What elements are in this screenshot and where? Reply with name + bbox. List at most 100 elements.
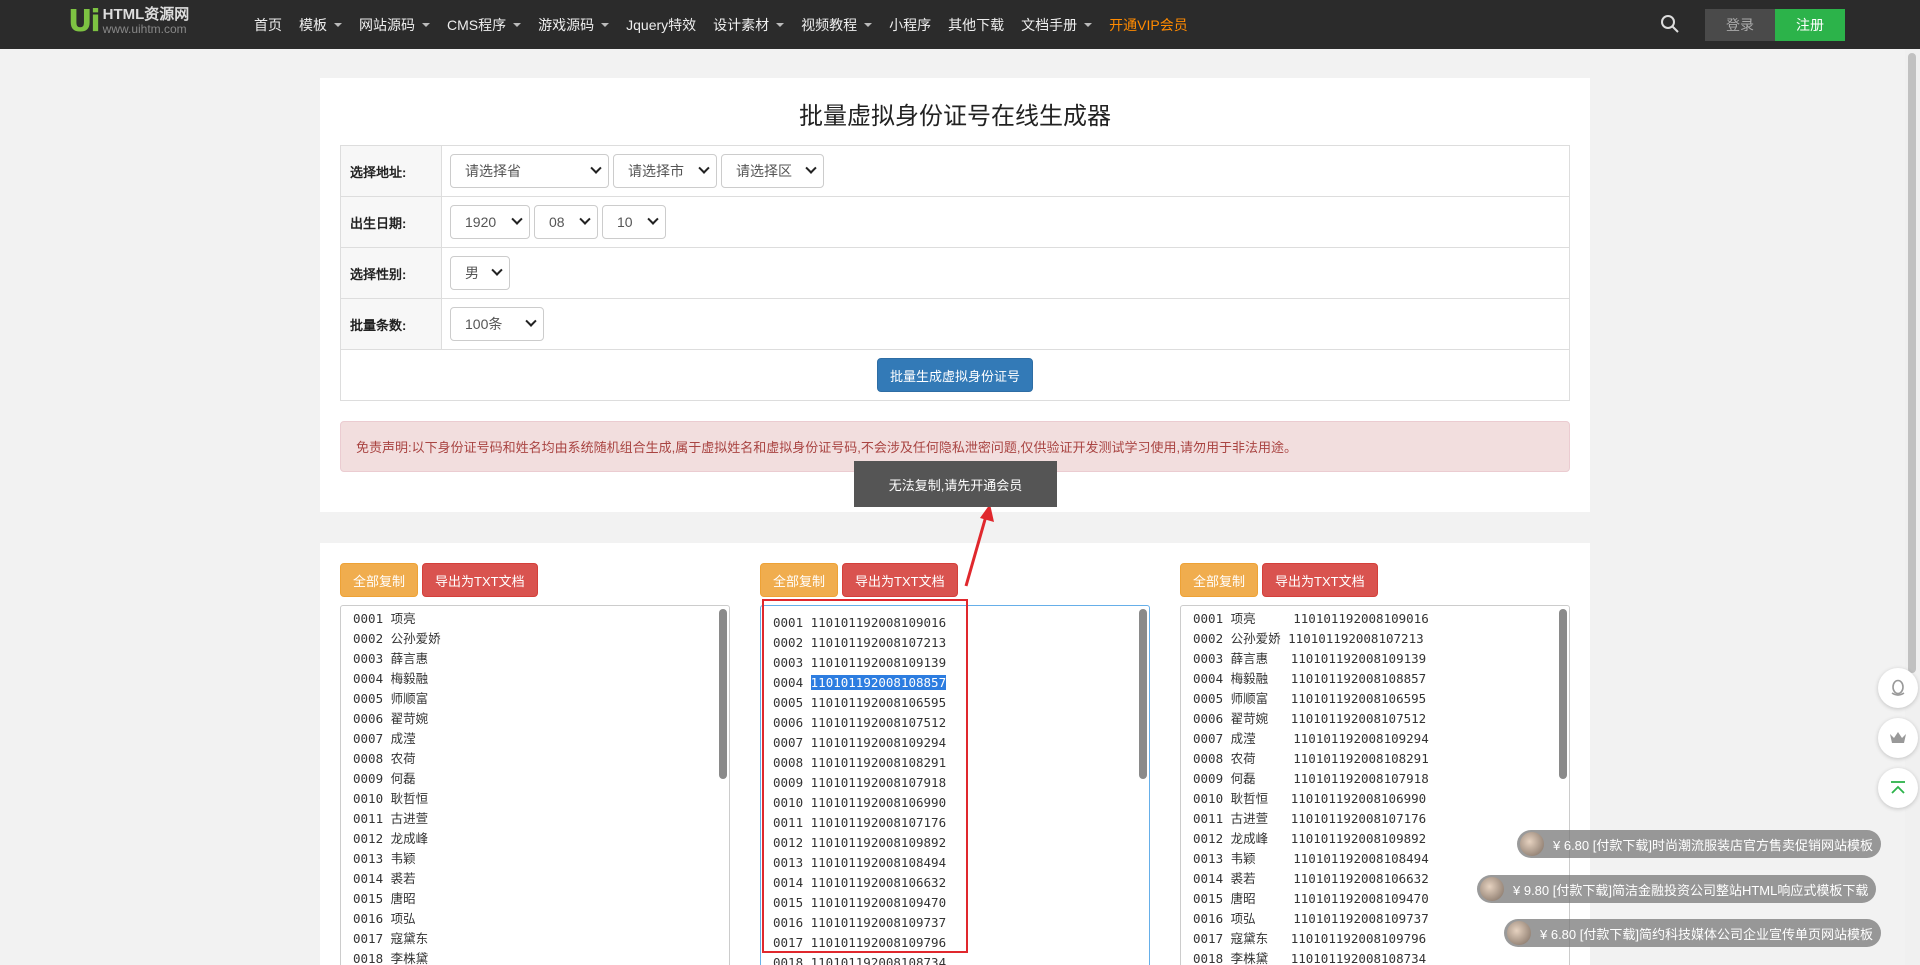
names-textarea[interactable]: 0001 项亮 0002 公孙爱娇 0003 薛言惠 0004 梅毅融 0005 师顺富… [340, 605, 730, 965]
names-column: 全部复制 导出为TXT文档 0001 项亮 0002 公孙爱娇 0003 薛言惠 00… [340, 563, 730, 965]
vip-button[interactable] [1878, 718, 1918, 758]
chevron-down-icon [579, 213, 591, 225]
copy-all-button[interactable]: 全部复制 [340, 563, 419, 597]
nav-item[interactable]: 小程序 [889, 15, 931, 35]
list-item: 0010 耿哲恒 [353, 791, 429, 806]
textarea-scrollbar[interactable] [1559, 609, 1567, 779]
chevron-down-icon [525, 315, 537, 327]
nav-item[interactable]: Jquery特效 [626, 15, 696, 35]
main-nav: 首页 模板 网站源码 CMS程序 游戏源码 Jquery特效 设计素材 视频教程 小程序 其他下载… [254, 0, 1205, 49]
nav-item[interactable]: 文档手册 [1021, 15, 1093, 35]
top-navbar: Ui HTML资源网 www.uihtm.com 首页 模板 网站源码 CMS程序 游戏… [0, 0, 1920, 49]
birth-label: 出生日期: [341, 197, 442, 247]
list-item: 0003 薛言惠 [353, 651, 429, 666]
combined-textarea[interactable]: 0001 项亮 110101192008109016 0002 公孙爱娇 1101… [1180, 605, 1570, 965]
list-item: 0011 古进萱 [353, 811, 429, 826]
avatar [1480, 877, 1504, 901]
nav-item[interactable]: 游戏源码 [538, 15, 610, 35]
search-icon[interactable] [1660, 14, 1680, 34]
list-item: 0006 翟苛婉 [353, 711, 429, 726]
promo-item[interactable]: ¥ 6.80 [付款下载]简约科技媒体公司企业宣传单页网站模板 [1504, 919, 1881, 947]
list-item: 0002 公孙爱娇 [353, 631, 441, 646]
list-item: 0008 农荷 110101192008108291 [1193, 751, 1429, 766]
copy-all-button[interactable]: 全部复制 [760, 563, 839, 597]
textarea-scrollbar[interactable] [1139, 609, 1147, 779]
city-select[interactable]: 请选择市 [613, 154, 717, 188]
list-item: 0018 李株黛 [353, 951, 429, 965]
gender-label: 选择性别: [341, 248, 442, 298]
district-select[interactable]: 请选择区 [721, 154, 824, 188]
logo-name: HTML资源网 [102, 6, 190, 23]
promo-item[interactable]: ¥ 9.80 [付款下载]简洁金融投资公司整站HTML响应式模板下载 [1477, 875, 1877, 903]
caret-down-icon [422, 22, 430, 27]
list-item: 0016 项弘 [353, 911, 416, 926]
list-item: 0007 成滢 110101192008109294 [1193, 731, 1429, 746]
nav-item[interactable]: 设计素材 [713, 15, 785, 35]
login-button[interactable]: 登录 [1705, 9, 1775, 41]
nav-item[interactable]: CMS程序 [447, 15, 522, 35]
chevron-down-icon [698, 162, 710, 174]
nav-item[interactable]: 其他下载 [948, 15, 1004, 35]
count-row: 批量条数: 100条 [341, 299, 1569, 350]
nav-item[interactable]: 开通VIP会员 [1109, 15, 1188, 35]
list-item: 0012 龙成峰 [353, 831, 429, 846]
submit-row: 批量生成虚拟身份证号 [341, 350, 1569, 400]
count-select[interactable]: 100条 [450, 307, 544, 341]
logo-mark: Ui [68, 4, 101, 39]
list-item: 0002 公孙爱娇 110101192008107213 [1193, 631, 1424, 646]
qq-service-button[interactable] [1878, 668, 1918, 708]
nav-item[interactable]: 首页 [254, 15, 282, 35]
crown-icon [1890, 732, 1906, 743]
gender-row: 选择性别: 男 [341, 248, 1569, 299]
page-scrollbar-thumb[interactable] [1908, 53, 1916, 673]
copy-all-button[interactable]: 全部复制 [1180, 563, 1259, 597]
textarea-scrollbar[interactable] [719, 609, 727, 779]
year-select[interactable]: 1920 [450, 205, 530, 239]
caret-down-icon [334, 22, 342, 27]
list-item: 0011 古进萱 110101192008107176 [1193, 811, 1427, 826]
nav-item[interactable]: 视频教程 [801, 15, 873, 35]
month-select[interactable]: 08 [534, 205, 598, 239]
combined-column: 全部复制 导出为TXT文档 0001 项亮 110101192008109016… [1180, 563, 1570, 965]
export-txt-button[interactable]: 导出为TXT文档 [1262, 563, 1378, 597]
address-label: 选择地址: [341, 146, 442, 196]
list-item: 0014 裘若 [353, 871, 416, 886]
generator-form: 选择地址: 请选择省 请选择市 请选择区 出生日期: 1920 08 10 选择… [340, 145, 1570, 401]
annotation-highlight-box [762, 599, 968, 953]
list-item: 0003 薛言惠 110101192008109139 [1193, 651, 1427, 666]
list-item: 0009 何磊 110101192008107918 [1193, 771, 1429, 786]
list-item: 0005 师顺富 [353, 691, 429, 706]
page-scrollbar[interactable] [1905, 49, 1920, 965]
address-row: 选择地址: 请选择省 请选择市 请选择区 [341, 146, 1569, 197]
list-item: 0018 李株黛 110101192008108734 [1193, 951, 1427, 965]
export-txt-button[interactable]: 导出为TXT文档 [842, 563, 958, 597]
site-logo[interactable]: Ui HTML资源网 www.uihtm.com [68, 7, 189, 37]
list-item: 0008 农荷 [353, 751, 416, 766]
chevron-down-icon [805, 162, 817, 174]
list-item: 0004 梅毅融 110101192008108857 [1193, 671, 1427, 686]
back-to-top-button[interactable] [1878, 768, 1918, 808]
birth-row: 出生日期: 1920 08 10 [341, 197, 1569, 248]
generator-card: 批量虚拟身份证号在线生成器 选择地址: 请选择省 请选择市 请选择区 出生日期:… [320, 78, 1590, 512]
list-item: 0012 龙成峰 110101192008109892 [1193, 831, 1427, 846]
province-select[interactable]: 请选择省 [450, 154, 609, 188]
nav-item[interactable]: 网站源码 [359, 15, 430, 35]
nav-item[interactable]: 模板 [299, 15, 342, 35]
chevron-down-icon [590, 162, 602, 174]
chevron-down-icon [491, 264, 503, 276]
list-item: 0018 110101192008108734 [773, 955, 947, 965]
promo-item[interactable]: ¥ 6.80 [付款下载]时尚潮流服装店官方售卖促销网站模板 [1517, 830, 1881, 858]
generate-button[interactable]: 批量生成虚拟身份证号 [876, 358, 1033, 392]
caret-down-icon [513, 22, 522, 27]
export-txt-button[interactable]: 导出为TXT文档 [422, 563, 538, 597]
day-select[interactable]: 10 [602, 205, 666, 239]
register-button[interactable]: 注册 [1775, 9, 1845, 41]
list-item: 0006 翟苛婉 110101192008107512 [1193, 711, 1427, 726]
avatar [1507, 921, 1531, 945]
caret-down-icon [601, 22, 610, 27]
gender-select[interactable]: 男 [450, 256, 510, 290]
avatar [1520, 832, 1544, 856]
caret-down-icon [1084, 22, 1093, 27]
list-item: 0001 项亮 110101192008109016 [1193, 611, 1429, 626]
caret-down-icon [864, 22, 873, 27]
